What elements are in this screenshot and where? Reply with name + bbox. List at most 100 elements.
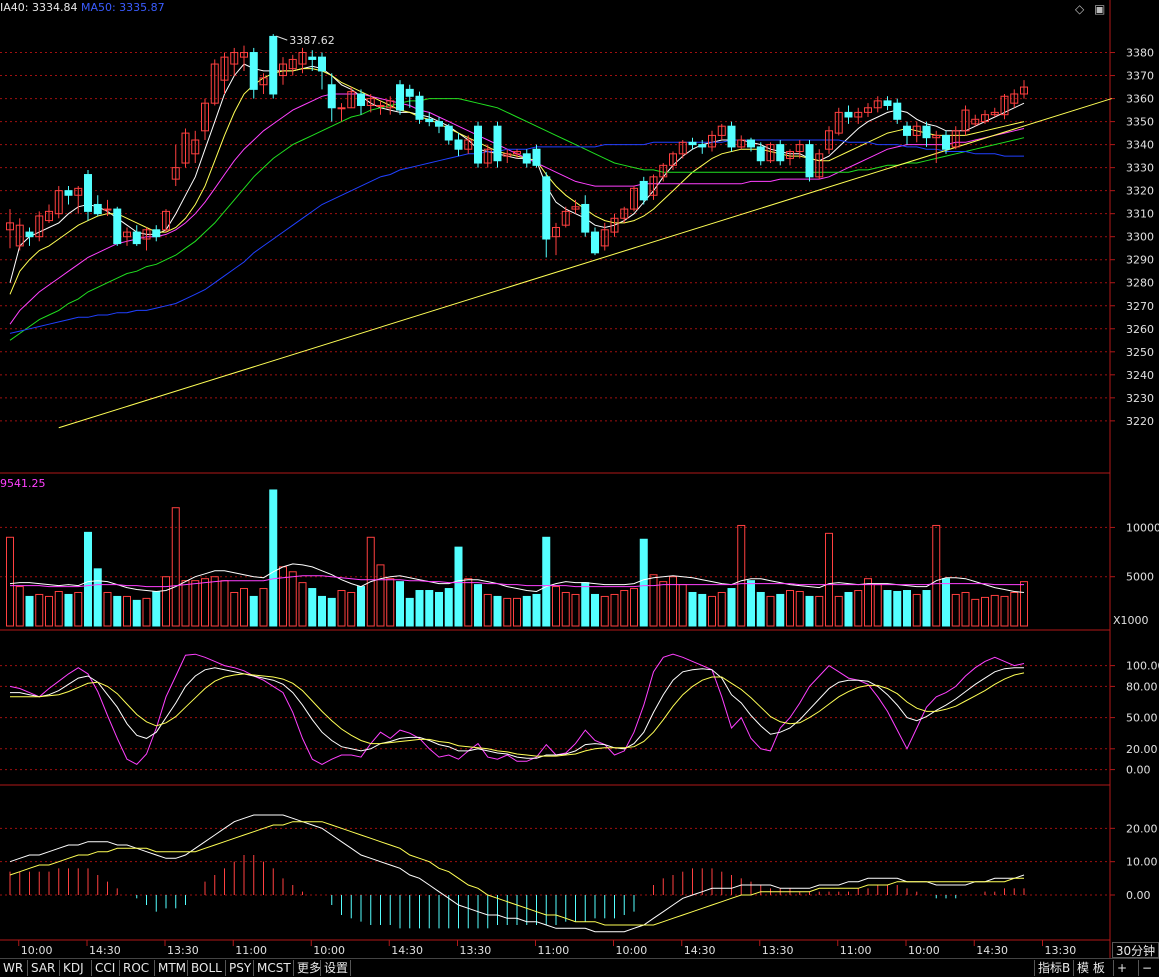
volume-bar[interactable] xyxy=(513,597,521,627)
candle[interactable] xyxy=(415,95,424,120)
tab-设置[interactable]: 设置 xyxy=(321,960,351,976)
volume-bar[interactable] xyxy=(805,595,814,627)
volume-bar[interactable] xyxy=(990,594,999,627)
candle[interactable] xyxy=(357,93,365,106)
candle[interactable] xyxy=(84,174,92,212)
volume-bar[interactable] xyxy=(454,546,463,627)
candle[interactable] xyxy=(249,52,258,90)
volume-bar[interactable] xyxy=(123,595,131,627)
volume-bar[interactable] xyxy=(493,595,502,627)
candle[interactable] xyxy=(532,148,541,166)
volume-bar[interactable] xyxy=(522,595,531,627)
volume-bar[interactable] xyxy=(776,593,785,627)
volume-bar[interactable] xyxy=(54,591,63,627)
volume-bar[interactable] xyxy=(259,588,268,627)
volume-bar[interactable] xyxy=(649,574,658,627)
candle[interactable] xyxy=(454,139,463,150)
volume-bar[interactable] xyxy=(171,507,180,627)
volume-bar[interactable] xyxy=(922,590,931,627)
right-tab-2[interactable]: + xyxy=(1113,960,1130,976)
volume-bar[interactable] xyxy=(347,591,356,627)
volume-bar[interactable] xyxy=(756,591,765,627)
volume-bar[interactable] xyxy=(84,531,92,627)
volume-bar[interactable] xyxy=(727,588,736,627)
volume-bar[interactable] xyxy=(415,590,424,627)
candle[interactable] xyxy=(581,203,590,233)
volume-bar[interactable] xyxy=(474,584,482,627)
tab-mcst[interactable]: MCST xyxy=(254,960,294,976)
volume-bar[interactable] xyxy=(279,566,287,627)
candle[interactable] xyxy=(132,231,141,245)
candle[interactable] xyxy=(435,121,443,127)
volume-bar[interactable] xyxy=(1020,581,1028,627)
candle[interactable] xyxy=(776,144,785,162)
volume-bar[interactable] xyxy=(561,591,570,627)
volume-bar[interactable] xyxy=(181,580,190,627)
volume-bar[interactable] xyxy=(688,591,697,627)
candle[interactable] xyxy=(883,100,892,106)
candle[interactable] xyxy=(522,153,531,164)
volume-bar[interactable] xyxy=(132,599,141,627)
candle[interactable] xyxy=(396,84,404,111)
candle[interactable] xyxy=(922,125,931,139)
volume-bar[interactable] xyxy=(903,590,911,627)
volume-bar[interactable] xyxy=(327,597,336,627)
volume-bar[interactable] xyxy=(298,582,307,627)
tab-kdj[interactable]: KDJ xyxy=(60,960,92,976)
volume-bar[interactable] xyxy=(1000,595,1009,627)
volume-bar[interactable] xyxy=(269,489,278,627)
volume-bar[interactable] xyxy=(766,595,775,627)
volume-bar[interactable] xyxy=(220,580,229,627)
volume-bar[interactable] xyxy=(912,593,921,627)
volume-bar[interactable] xyxy=(873,584,882,627)
kdj-pane[interactable]: 0.00 20.00 50.00 80.00 100.00 xyxy=(0,653,1159,777)
candle[interactable] xyxy=(542,176,551,240)
volume-bar[interactable] xyxy=(308,588,317,627)
volume-bar[interactable] xyxy=(620,590,629,627)
volume-bar[interactable] xyxy=(737,524,746,627)
candle[interactable] xyxy=(727,125,736,148)
candle[interactable] xyxy=(337,107,346,110)
volume-bar[interactable] xyxy=(844,591,853,627)
volume-bar[interactable] xyxy=(210,576,219,627)
volume-bar[interactable] xyxy=(893,591,902,627)
volume-bar[interactable] xyxy=(678,584,687,627)
trendline[interactable] xyxy=(58,98,1112,429)
volume-bar[interactable] xyxy=(142,597,151,627)
volume-bar[interactable] xyxy=(396,581,404,627)
period-selector[interactable]: 30分钟 xyxy=(1112,942,1159,958)
volume-bar[interactable] xyxy=(425,590,434,627)
volume-bar[interactable] xyxy=(201,578,209,627)
tab-psy[interactable]: PSY xyxy=(226,960,254,976)
candle[interactable] xyxy=(942,134,950,150)
volume-bar[interactable] xyxy=(113,595,122,627)
candle[interactable] xyxy=(113,208,122,245)
candle[interactable] xyxy=(376,104,385,107)
volume-bar[interactable] xyxy=(288,571,297,627)
volume-bar[interactable] xyxy=(162,576,170,627)
candle[interactable] xyxy=(903,125,911,136)
price-pane[interactable]: 3220 3230 3240 3250 3260 3270 3280 3290 3300 3310… xyxy=(0,34,1154,429)
candle[interactable] xyxy=(405,88,414,97)
volume-bar[interactable] xyxy=(815,595,824,627)
volume-bar[interactable] xyxy=(581,582,590,627)
right-tab-3[interactable]: − xyxy=(1138,960,1155,976)
volume-bar[interactable] xyxy=(152,591,161,627)
volume-bar[interactable] xyxy=(1010,591,1019,627)
candle[interactable] xyxy=(308,56,317,60)
candle[interactable] xyxy=(25,231,34,238)
volume-bar[interactable] xyxy=(747,580,755,627)
volume-bar[interactable] xyxy=(230,591,239,627)
volume-bar[interactable] xyxy=(74,591,83,627)
volume-bar[interactable] xyxy=(708,595,716,627)
volume-bar[interactable] xyxy=(15,586,24,627)
candle[interactable] xyxy=(93,203,102,215)
volume-bar[interactable] xyxy=(103,591,112,627)
volume-bar[interactable] xyxy=(464,578,473,627)
candle[interactable] xyxy=(318,56,326,72)
candle[interactable] xyxy=(698,144,707,148)
volume-bar[interactable] xyxy=(961,591,970,627)
volume-bar[interactable] xyxy=(532,593,541,627)
volume-bar[interactable] xyxy=(64,593,73,627)
candle[interactable] xyxy=(152,229,161,238)
